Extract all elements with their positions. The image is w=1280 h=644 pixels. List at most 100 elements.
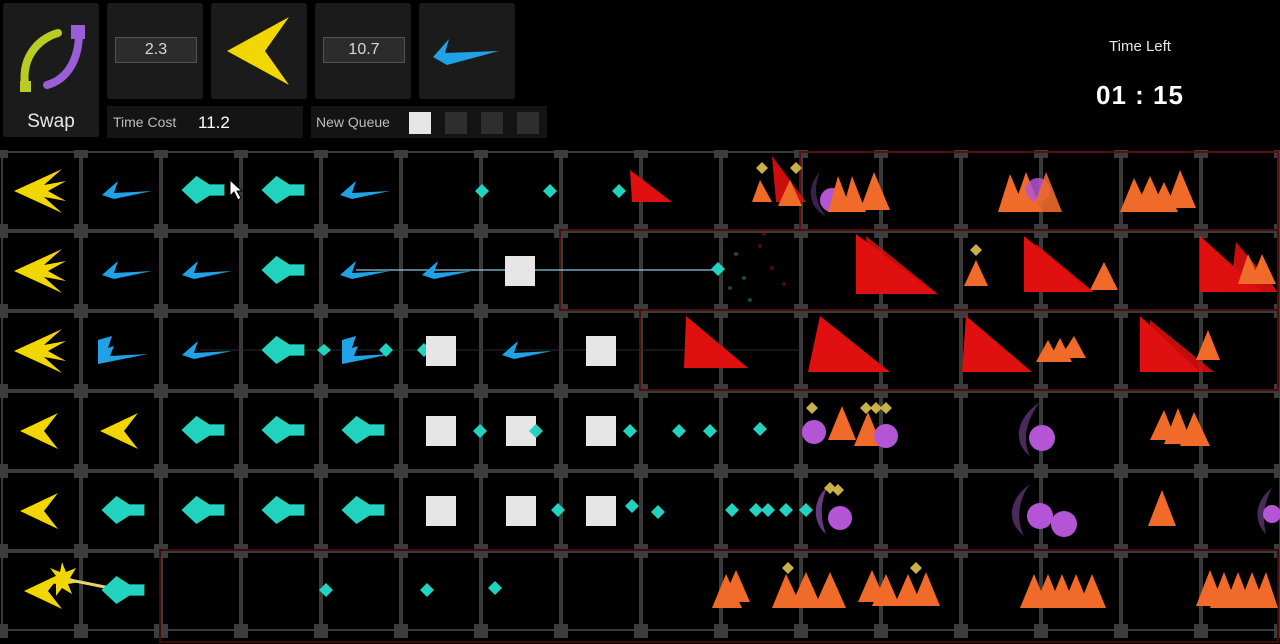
grid-node bbox=[0, 384, 8, 398]
teal-unit[interactable] bbox=[261, 416, 305, 444]
slot-2-unit-card[interactable] bbox=[419, 3, 515, 99]
wall-block[interactable] bbox=[586, 416, 616, 446]
queue-slot-3[interactable] bbox=[481, 112, 503, 134]
blue-unit[interactable] bbox=[102, 181, 152, 199]
queue-slot-2[interactable] bbox=[445, 112, 467, 134]
teal-unit[interactable] bbox=[101, 496, 145, 524]
grid-node bbox=[474, 224, 488, 238]
grid-cell[interactable] bbox=[321, 151, 401, 231]
wall-block[interactable] bbox=[426, 496, 456, 526]
grid-cell[interactable] bbox=[721, 231, 801, 311]
wall-block[interactable] bbox=[506, 496, 536, 526]
grid-node bbox=[314, 224, 328, 238]
queue-slot-1[interactable] bbox=[409, 112, 431, 134]
wall-block[interactable] bbox=[505, 256, 535, 286]
wall-block[interactable] bbox=[426, 336, 456, 366]
grid-cell[interactable] bbox=[321, 551, 401, 631]
teal-unit[interactable] bbox=[181, 176, 225, 204]
grid-cell[interactable] bbox=[1121, 231, 1201, 311]
grid-cell[interactable] bbox=[401, 151, 481, 231]
slot-2-card[interactable]: 10.7 bbox=[315, 3, 411, 99]
teal-unit[interactable] bbox=[341, 496, 385, 524]
grid-node bbox=[234, 464, 248, 478]
wall-block[interactable] bbox=[586, 336, 616, 366]
orange-enemy bbox=[860, 172, 890, 210]
grid-node bbox=[314, 384, 328, 398]
yellow-unit[interactable] bbox=[100, 413, 138, 449]
teal-unit[interactable] bbox=[181, 416, 225, 444]
purple-enemy bbox=[802, 420, 826, 444]
blue-unit[interactable] bbox=[340, 181, 390, 199]
yellow-unit[interactable] bbox=[20, 493, 58, 529]
teal-unit[interactable] bbox=[261, 496, 305, 524]
yellow-unit[interactable] bbox=[14, 169, 66, 213]
grid-cell[interactable] bbox=[401, 551, 481, 631]
grid-node bbox=[74, 150, 88, 158]
grid-cell[interactable] bbox=[641, 231, 721, 311]
grid-cell[interactable] bbox=[561, 551, 641, 631]
yellow-unit[interactable] bbox=[14, 329, 66, 373]
purple-enemy bbox=[1051, 511, 1077, 537]
teal-projectile bbox=[475, 184, 489, 198]
grid-cell[interactable] bbox=[1121, 551, 1201, 631]
game-board[interactable] bbox=[0, 150, 1280, 644]
wall-block[interactable] bbox=[586, 496, 616, 526]
grid-cell[interactable] bbox=[561, 151, 641, 231]
grid-node bbox=[314, 150, 328, 158]
grid-cell[interactable] bbox=[961, 391, 1041, 471]
queue-slot-4[interactable] bbox=[517, 112, 539, 134]
grid-cell[interactable] bbox=[161, 551, 241, 631]
teal-unit[interactable] bbox=[261, 336, 305, 364]
grid-cell[interactable] bbox=[161, 311, 241, 391]
grid-cell[interactable] bbox=[401, 231, 481, 311]
grid-cell[interactable] bbox=[1041, 471, 1121, 551]
grid-cell[interactable] bbox=[481, 311, 561, 391]
yellow-unit[interactable] bbox=[20, 413, 58, 449]
grid-node bbox=[0, 150, 8, 158]
grid-cell[interactable] bbox=[81, 311, 161, 391]
wall-block[interactable] bbox=[426, 416, 456, 446]
grid-cell[interactable] bbox=[81, 151, 161, 231]
grid-cell[interactable] bbox=[721, 311, 801, 391]
slot-1-unit-card[interactable] bbox=[211, 3, 307, 99]
time-cost-label: Time Cost bbox=[113, 114, 177, 130]
grid-cell[interactable] bbox=[161, 231, 241, 311]
grid-cell[interactable] bbox=[1041, 151, 1121, 231]
grid-node bbox=[1194, 464, 1208, 478]
grid-node bbox=[634, 624, 648, 638]
grid-node bbox=[0, 624, 8, 638]
teal-unit[interactable] bbox=[101, 576, 145, 604]
yellow-unit[interactable] bbox=[14, 249, 66, 293]
red-enemy bbox=[962, 316, 1032, 372]
blue-unit[interactable] bbox=[102, 261, 152, 279]
blue-unit[interactable] bbox=[182, 261, 232, 279]
grid-cell[interactable] bbox=[1041, 391, 1121, 471]
swap-button[interactable]: Swap bbox=[3, 3, 99, 137]
grid-node bbox=[874, 464, 888, 478]
blue-unit[interactable] bbox=[98, 336, 148, 364]
red-enemy bbox=[684, 316, 748, 368]
grid-cell[interactable] bbox=[241, 551, 321, 631]
grid-cell[interactable] bbox=[881, 471, 961, 551]
red-enemy bbox=[866, 236, 938, 294]
grid-cell[interactable] bbox=[1201, 151, 1280, 231]
grid-cell[interactable] bbox=[81, 231, 161, 311]
purple-enemy bbox=[1263, 505, 1280, 523]
grid-node bbox=[1034, 624, 1048, 638]
grid-node bbox=[714, 150, 728, 158]
grid-node bbox=[554, 150, 568, 158]
orange-enemy bbox=[912, 572, 940, 606]
grid-cell[interactable] bbox=[1201, 391, 1280, 471]
teal-unit[interactable] bbox=[261, 256, 305, 284]
grid-cell[interactable] bbox=[641, 551, 721, 631]
slot-1-card[interactable]: 2.3 bbox=[107, 3, 203, 99]
teal-unit[interactable] bbox=[181, 496, 225, 524]
grid-cell[interactable] bbox=[881, 151, 961, 231]
grid-node bbox=[314, 304, 328, 318]
grid-cell[interactable] bbox=[881, 311, 961, 391]
grid-node bbox=[394, 150, 408, 158]
teal-unit[interactable] bbox=[341, 416, 385, 444]
grid-cell[interactable] bbox=[561, 231, 641, 311]
grid-cell[interactable] bbox=[321, 231, 401, 311]
teal-unit[interactable] bbox=[261, 176, 305, 204]
